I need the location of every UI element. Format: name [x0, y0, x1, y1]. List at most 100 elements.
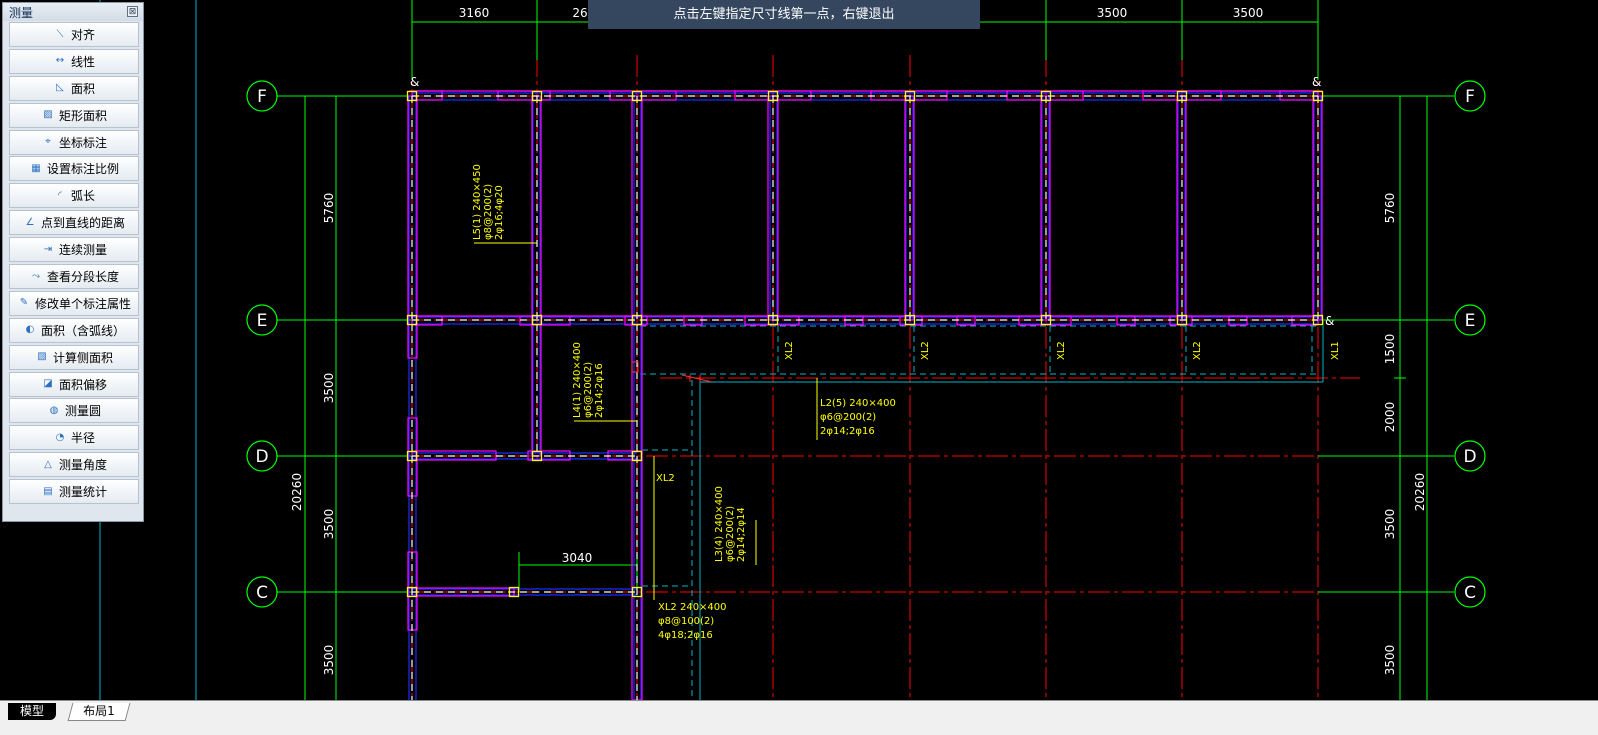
tool-button[interactable]: ▤ 测量统计: [9, 479, 139, 505]
tab-layout1[interactable]: 布局1: [67, 703, 131, 721]
close-icon[interactable]: ⊠: [127, 6, 138, 17]
top-dimension-text: 3500: [1233, 6, 1264, 20]
tool-button[interactable]: ◔ 半径: [9, 425, 139, 451]
tool-label: 弧长: [70, 189, 95, 204]
tool-button[interactable]: ◍ 测量圆: [9, 398, 139, 424]
tool-label: 测量圆: [64, 404, 101, 419]
palette-header: 测量 ⊠: [3, 3, 143, 21]
right-total-dimension-text: 20260: [1413, 473, 1427, 511]
tab-model[interactable]: 模型: [8, 703, 57, 720]
continuous-measure-icon: ⇥: [43, 243, 53, 255]
tool-label: 矩形面积: [58, 108, 107, 123]
top-dimension-text: 26: [572, 6, 587, 20]
angle-icon: △: [44, 458, 52, 470]
layout-tab-bar: 模型 布局1: [0, 700, 1598, 735]
align-icon: ⟍: [56, 28, 64, 40]
measure-tool-list: ⟍ 对齐 ↔ 线性 ◺ 面积 ▨ 矩形面积 ⌖ 坐标标注 ▦ 设置标注比例 ◜ 弧长 ∠ 点到直线的距离 ⇥ 连续…: [9, 22, 139, 506]
axis-label: D: [1463, 447, 1476, 467]
tool-button[interactable]: ∠ 点到直线的距离: [9, 210, 139, 236]
side-area-icon: ▧: [37, 351, 47, 363]
amp-marker: &: [1325, 314, 1334, 328]
palette-title: 测量: [9, 6, 34, 20]
tool-button[interactable]: ▧ 计算侧面积: [9, 344, 139, 370]
statistics-icon: ▤: [43, 485, 53, 497]
tool-label: 计算侧面积: [52, 350, 113, 365]
tool-button[interactable]: ◜ 弧长: [9, 183, 139, 209]
axis-label: C: [1464, 583, 1476, 603]
tool-button[interactable]: ◪ 面积偏移: [9, 371, 139, 397]
tool-label: 半径: [70, 431, 95, 446]
axis-label: F: [1465, 87, 1475, 107]
axis-label: E: [1465, 311, 1476, 331]
tool-button[interactable]: ↔ 线性: [9, 48, 139, 74]
tool-label: 设置标注比例: [46, 162, 119, 177]
right-dimension-text: 5760: [1383, 193, 1397, 224]
tool-button[interactable]: ✎ 修改单个标注属性: [9, 290, 139, 316]
beam-note-line: L4(1) 240×400: [572, 342, 583, 418]
segment-length-icon: ⤳: [31, 270, 40, 282]
inner-dimension-text: 3040: [562, 551, 593, 565]
xl-beam-label: XL2: [656, 473, 675, 484]
cyan-frame-lines: [99, 0, 1324, 700]
beam-note-line: 2φ14;2φ16: [594, 363, 605, 418]
radius-icon: ◔: [55, 431, 65, 443]
tool-button[interactable]: ◺ 面积: [9, 75, 139, 101]
tool-label: 测量统计: [58, 485, 107, 500]
axis-label: D: [255, 447, 268, 467]
tool-button[interactable]: ⇥ 连续测量: [9, 237, 139, 263]
scale-icon: ▦: [31, 162, 41, 174]
top-dimension-text: 3160: [459, 6, 490, 20]
axis-label: C: [256, 583, 268, 603]
beam-note-line: 4φ18;2φ16: [658, 630, 713, 641]
right-dimension-text: 2000: [1383, 402, 1397, 433]
tool-button[interactable]: ◐ 面积（含弧线）: [9, 317, 139, 343]
tool-label: 面积偏移: [58, 377, 107, 392]
tab-layout1-label: 布局1: [83, 704, 115, 718]
section-mark: [631, 361, 713, 383]
beam-note-line: L5(1) 240×450: [472, 164, 483, 240]
beam-note-line: XL2 240×400: [658, 602, 727, 613]
area-offset-icon: ◪: [43, 378, 53, 390]
xl-beam-label: XL2: [920, 341, 931, 360]
coordinate-icon: ⌖: [45, 136, 51, 148]
tool-label: 坐标标注: [58, 135, 107, 150]
amp-marker: &: [1312, 75, 1321, 89]
edit-dim-icon: ✎: [19, 297, 29, 309]
cad-drawing-canvas[interactable]: FFEEDDCC 3160260035003500576035003500350…: [0, 0, 1598, 700]
beam-note-line: L2(5) 240×400: [820, 398, 896, 409]
tool-label: 测量角度: [58, 458, 107, 473]
arc-area-icon: ◐: [25, 324, 35, 336]
arc-length-icon: ◜: [58, 189, 62, 201]
annotation-leaders: [474, 242, 818, 600]
right-dimension-text: 1500: [1383, 334, 1397, 365]
beam-note-line: 2φ14;2φ14: [736, 507, 747, 562]
tool-button[interactable]: ▨ 矩形面积: [9, 102, 139, 128]
command-prompt-banner: 点击左键指定尺寸线第一点，右键退出: [588, 0, 980, 29]
top-dimension-text: 3500: [1097, 6, 1128, 20]
xl-beam-label: XL2: [1192, 341, 1203, 360]
amp-marker: &: [410, 75, 419, 89]
left-dimension-text: 3500: [322, 509, 336, 540]
tool-button[interactable]: ⤳ 查看分段长度: [9, 264, 139, 290]
tool-button[interactable]: △ 测量角度: [9, 452, 139, 478]
right-dimension-text: 3500: [1383, 645, 1397, 676]
measure-palette: 测量 ⊠ ⟍ 对齐 ↔ 线性 ◺ 面积 ▨ 矩形面积 ⌖ 坐标标注 ▦ 设置标注比例 ◜ 弧长 ∠ 点到直线的…: [2, 2, 144, 522]
left-dimension-text: 3500: [322, 645, 336, 676]
beam-note-line: φ6@200(2): [583, 362, 594, 418]
tool-button[interactable]: ▦ 设置标注比例: [9, 156, 139, 182]
tool-button[interactable]: ⟍ 对齐: [9, 22, 139, 47]
beam-note-line: φ8@200(2): [483, 184, 494, 240]
tool-label: 点到直线的距离: [40, 216, 125, 231]
circle-icon: ◍: [49, 404, 59, 416]
xl-beam-label: XL1: [1330, 341, 1341, 360]
tool-button[interactable]: ⌖ 坐标标注: [9, 129, 139, 155]
axis-label: E: [257, 311, 268, 331]
rect-area-icon: ▨: [43, 109, 53, 121]
tool-label: 面积（含弧线）: [40, 323, 125, 338]
linear-dim-icon: ↔: [55, 55, 65, 67]
area-icon: ◺: [56, 82, 64, 94]
left-total-dimension-text: 20260: [290, 473, 304, 511]
point-line-distance-icon: ∠: [25, 216, 35, 228]
horizontal-centerlines: [374, 95, 1360, 593]
xl-beam-label: XL2: [784, 341, 795, 360]
